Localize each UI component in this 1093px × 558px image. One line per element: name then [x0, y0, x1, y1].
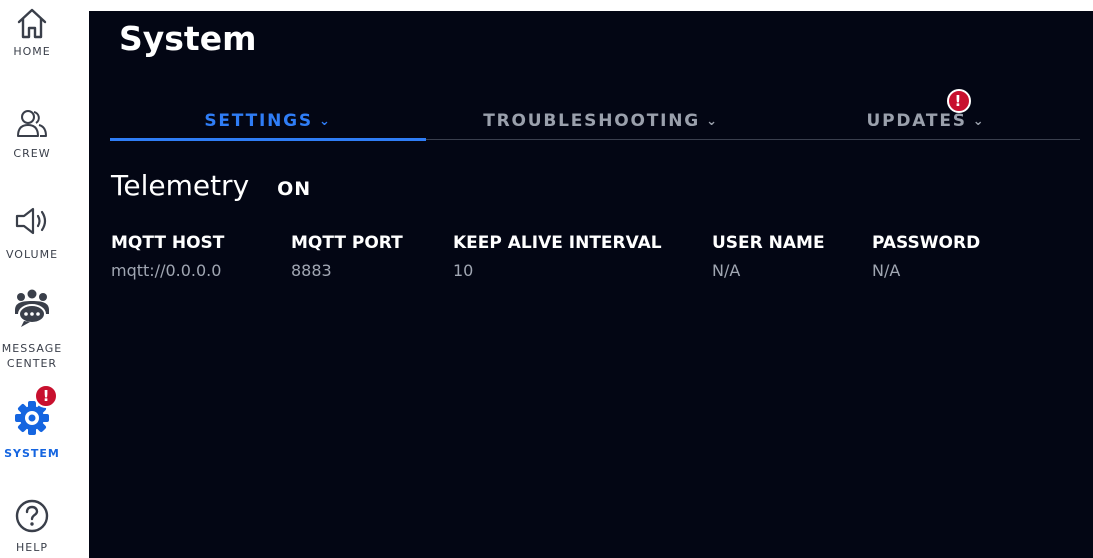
tab-label: TROUBLESHOOTING [483, 111, 701, 131]
page-title: System [119, 19, 257, 58]
telemetry-header: Telemetry ON [111, 169, 311, 202]
field-label: MQTT HOST [111, 233, 225, 253]
sidebar: HOME CREW VOLUME MESSAGE CENTER ! SYSTEM… [0, 0, 90, 558]
field-mqtt-host: MQTT HOST mqtt://0.0.0.0 [111, 233, 224, 280]
notification-badge: ! [946, 89, 971, 113]
message-center-icon [15, 289, 49, 327]
help-icon [15, 499, 49, 533]
telemetry-title: Telemetry [111, 169, 250, 202]
main-panel: System SETTINGS ⌄ TROUBLESHOOTING ⌄ UPDA… [89, 11, 1093, 558]
field-value: N/A [712, 261, 741, 280]
field-value: N/A [872, 261, 901, 280]
sidebar-item-crew[interactable]: CREW [0, 108, 64, 161]
crew-icon [17, 110, 47, 137]
sidebar-item-label: SYSTEM [4, 447, 60, 460]
home-icon [17, 8, 47, 39]
chevron-down-icon: ⌄ [706, 113, 719, 129]
tab-bar: SETTINGS ⌄ TROUBLESHOOTING ⌄ UPDATES ! ⌄ [110, 89, 1080, 141]
chevron-down-icon: ⌄ [318, 113, 332, 129]
gear-icon-wrap: ! [12, 384, 58, 438]
tab-settings[interactable]: SETTINGS ⌄ [110, 103, 426, 141]
sidebar-item-help[interactable]: HELP [0, 498, 64, 555]
sidebar-item-message-center[interactable]: MESSAGE CENTER [0, 288, 64, 371]
field-label: USER NAME [712, 233, 825, 253]
field-label: MQTT PORT [291, 233, 403, 253]
tab-label: UPDATES [866, 111, 967, 131]
sidebar-item-volume[interactable]: VOLUME [0, 204, 64, 262]
tab-updates-inner: UPDATES ! [866, 89, 971, 131]
field-value: 8883 [291, 261, 332, 280]
tab-label: SETTINGS [204, 111, 313, 131]
field-value: mqtt://0.0.0.0 [111, 261, 222, 280]
sidebar-item-label: HELP [16, 541, 48, 554]
telemetry-status[interactable]: ON [277, 178, 311, 200]
notification-badge: ! [34, 384, 58, 408]
field-user-name: USER NAME N/A [712, 233, 825, 280]
tab-updates[interactable]: UPDATES ! ⌄ [776, 89, 1076, 139]
volume-icon [15, 207, 47, 235]
sidebar-item-label: CREW [13, 147, 51, 160]
field-password: PASSWORD N/A [872, 233, 980, 280]
sidebar-item-label: VOLUME [5, 248, 59, 261]
sidebar-item-home[interactable]: HOME [0, 6, 64, 59]
field-mqtt-port: MQTT PORT 8883 [291, 233, 403, 280]
tab-troubleshooting[interactable]: TROUBLESHOOTING ⌄ [426, 103, 776, 139]
chevron-down-icon: ⌄ [972, 113, 986, 129]
field-value: 10 [453, 261, 474, 280]
field-label: PASSWORD [872, 233, 981, 253]
sidebar-item-system[interactable]: ! SYSTEM [0, 384, 64, 461]
field-keep-alive-interval: KEEP ALIVE INTERVAL 10 [453, 233, 662, 280]
sidebar-item-label: HOME [13, 45, 51, 58]
sidebar-item-label: MESSAGE CENTER [1, 342, 63, 370]
field-label: KEEP ALIVE INTERVAL [453, 233, 662, 253]
